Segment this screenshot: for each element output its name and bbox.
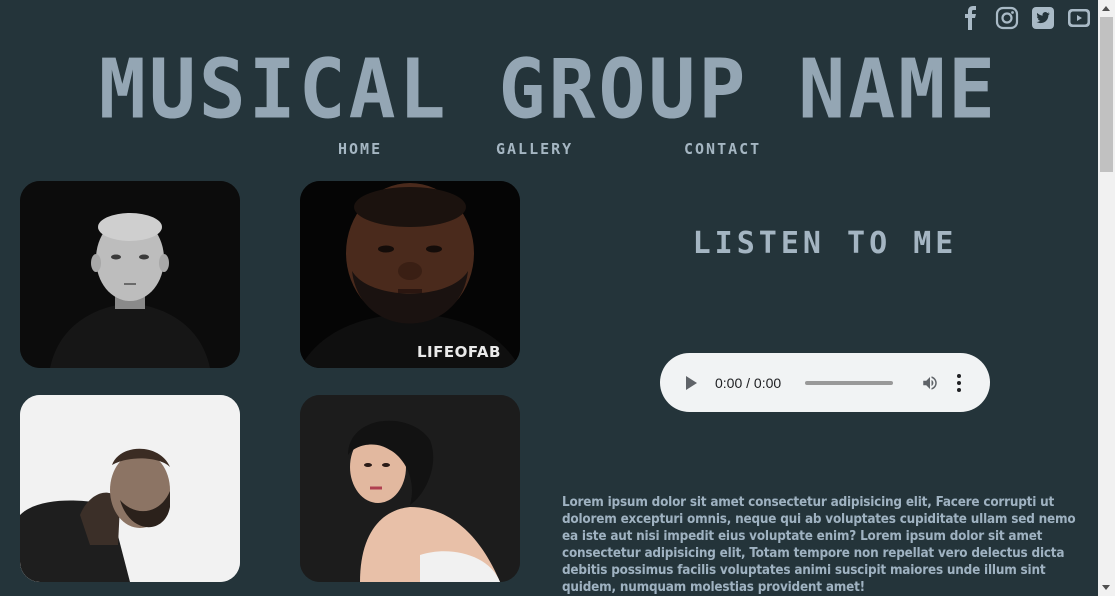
- nav-contact[interactable]: CONTACT: [684, 140, 761, 158]
- gallery-photo-1: [20, 181, 240, 368]
- scroll-thumb[interactable]: [1100, 17, 1113, 172]
- player-time: 0:00 / 0:00: [715, 374, 782, 391]
- seek-slider[interactable]: [805, 380, 893, 385]
- photo-watermark: LIFEOFAB: [417, 343, 501, 361]
- gallery-photo-4: [300, 395, 520, 582]
- social-links: [959, 6, 1091, 30]
- more-options-icon[interactable]: [957, 373, 961, 392]
- nav-home[interactable]: HOME: [338, 140, 382, 158]
- instagram-icon[interactable]: [995, 6, 1019, 30]
- about-text: Lorem ipsum dolor sit amet consectetur a…: [562, 495, 1076, 595]
- facebook-icon[interactable]: [959, 6, 983, 30]
- gallery-photo-3: [20, 395, 240, 582]
- scrollbar[interactable]: [1098, 0, 1115, 596]
- page-title: MUSICAL GROUP NAME: [98, 42, 999, 138]
- volume-icon[interactable]: [921, 374, 939, 392]
- gallery-photo-2: LIFEOFAB: [300, 181, 520, 368]
- scroll-down-icon[interactable]: [1102, 585, 1110, 590]
- twitter-icon[interactable]: [1031, 6, 1055, 30]
- scroll-up-icon[interactable]: [1102, 6, 1110, 11]
- nav-gallery[interactable]: GALLERY: [496, 140, 573, 158]
- youtube-icon[interactable]: [1067, 6, 1091, 30]
- page: MUSICAL GROUP NAME HOME GALLERY CONTACT: [0, 0, 1115, 596]
- audio-player: 0:00 / 0:00: [660, 353, 990, 412]
- play-icon[interactable]: [686, 375, 697, 390]
- listen-heading: LISTEN TO ME: [692, 226, 958, 261]
